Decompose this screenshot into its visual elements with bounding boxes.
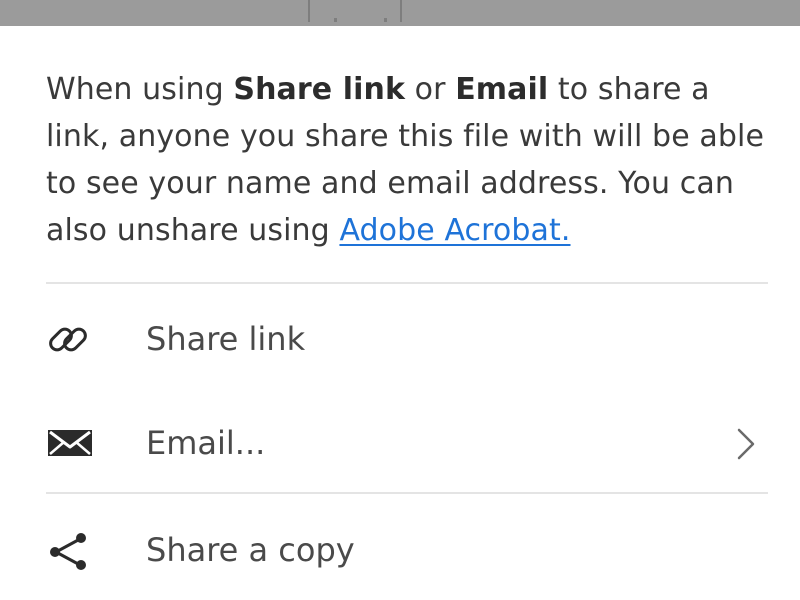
info-text-part: or — [405, 72, 456, 107]
dimmed-background[interactable] — [0, 0, 800, 26]
chevron-right-icon — [734, 427, 758, 461]
share-screen: When using Share link or Email to share … — [0, 0, 800, 600]
background-mark — [400, 0, 402, 22]
background-mark — [384, 18, 387, 22]
share-icon — [46, 530, 94, 570]
adobe-acrobat-link[interactable]: Adobe Acrobat. — [339, 213, 570, 248]
divider — [46, 492, 768, 494]
share-info-text: When using Share link or Email to share … — [46, 66, 766, 254]
share-link-emphasis: Share link — [233, 72, 406, 107]
share-link-item[interactable]: Share link — [46, 299, 768, 379]
background-mark — [308, 0, 310, 22]
share-link-label: Share link — [146, 320, 306, 358]
share-sheet: When using Share link or Email to share … — [12, 26, 788, 600]
divider — [46, 282, 768, 284]
email-item[interactable]: Email... — [46, 403, 768, 483]
link-icon — [46, 319, 94, 359]
envelope-icon — [46, 423, 94, 463]
email-label: Email... — [146, 424, 266, 462]
background-mark — [334, 18, 337, 22]
email-emphasis: Email — [455, 72, 549, 107]
share-copy-label: Share a copy — [146, 531, 355, 569]
info-text-part: When using — [46, 72, 234, 107]
share-copy-item[interactable]: Share a copy — [46, 510, 768, 590]
